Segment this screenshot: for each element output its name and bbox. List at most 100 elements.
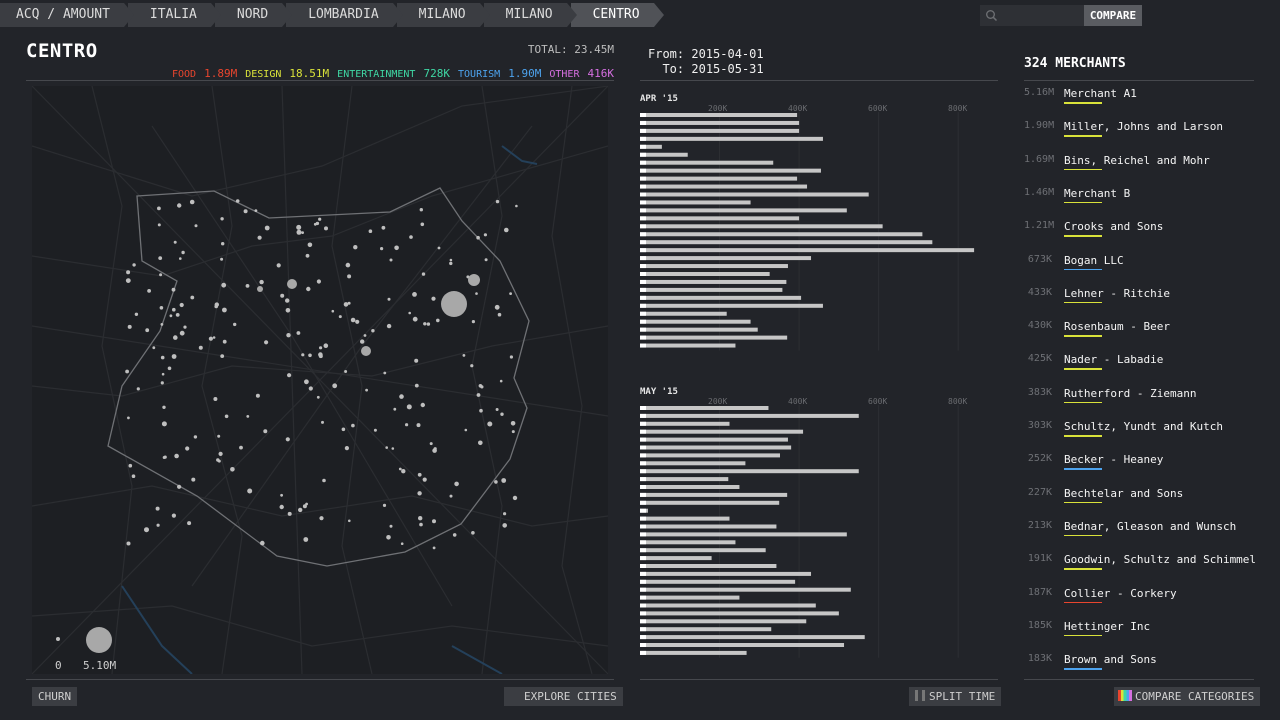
merchant-dot[interactable] [125, 369, 129, 374]
merchant-dot[interactable] [412, 316, 418, 322]
merchant-name[interactable]: Becker - Heaney [1064, 453, 1163, 466]
bar[interactable] [640, 224, 883, 229]
merchant-dot[interactable] [324, 226, 328, 231]
bar[interactable] [640, 208, 847, 213]
merchant-name[interactable]: Bogan LLC [1064, 254, 1124, 267]
merchant-dot[interactable] [510, 421, 516, 426]
merchant-dot[interactable] [515, 204, 518, 208]
merchant-dot[interactable] [230, 467, 235, 472]
merchant-dot[interactable] [263, 429, 268, 434]
merchant-dot[interactable] [494, 304, 500, 310]
merchant-dot[interactable] [347, 301, 351, 305]
merchant-dot[interactable] [331, 309, 335, 313]
merchant-dot[interactable] [471, 531, 475, 535]
bar[interactable] [640, 579, 796, 584]
churn-button[interactable]: CHURN [32, 687, 78, 706]
merchant-dot[interactable] [179, 257, 182, 260]
merchant-dot[interactable] [401, 469, 406, 474]
merchant-name[interactable]: Miller, Johns and Larson [1064, 120, 1223, 133]
merchant-row[interactable]: 183K Brown and Sons [1024, 653, 1264, 671]
merchant-dot[interactable] [347, 274, 352, 279]
bar[interactable] [640, 128, 800, 133]
merchant-dot[interactable] [471, 320, 475, 324]
merchant-dot[interactable] [127, 324, 132, 329]
merchant-dot[interactable] [414, 358, 419, 363]
merchant-dot[interactable] [179, 302, 184, 308]
merchant-dot[interactable] [355, 319, 360, 324]
merchant-dot[interactable] [385, 446, 389, 449]
bar[interactable] [640, 437, 788, 442]
merchant-dot[interactable] [286, 333, 291, 338]
breadcrumb-region[interactable]: LOMBARDIA [286, 3, 404, 27]
merchant-dot[interactable] [501, 478, 507, 483]
merchant-dot[interactable] [495, 199, 500, 204]
to-date[interactable]: 2015-05-31 [691, 62, 763, 76]
merchant-row[interactable]: 1.21M Crooks and Sons [1024, 220, 1264, 238]
merchant-dot[interactable] [214, 304, 218, 309]
merchant-name[interactable]: Goodwin, Schultz and Schimmel [1064, 553, 1256, 566]
bar[interactable] [640, 295, 802, 300]
merchant-name[interactable]: Schultz, Yundt and Kutch [1064, 420, 1223, 433]
bar[interactable] [640, 216, 800, 221]
bar[interactable] [640, 160, 774, 165]
merchant-dot[interactable] [322, 478, 326, 483]
merchant-dot[interactable] [391, 447, 395, 450]
merchant-dot[interactable] [171, 354, 177, 359]
merchant-dot[interactable] [412, 292, 417, 297]
bar[interactable] [640, 200, 751, 205]
bar[interactable] [640, 445, 792, 450]
merchant-dot[interactable] [161, 421, 167, 427]
merchant-dot[interactable] [222, 339, 227, 344]
merchant-dot[interactable] [127, 416, 130, 420]
merchant-dot[interactable] [419, 522, 423, 527]
merchant-dot[interactable] [417, 491, 422, 496]
merchant-dot[interactable] [158, 256, 163, 260]
breadcrumb-country[interactable]: ITALIA [127, 3, 221, 27]
merchant-dot[interactable] [400, 542, 404, 545]
merchant-dot[interactable] [160, 355, 165, 360]
merchant-dot[interactable] [483, 233, 487, 237]
merchant-dot[interactable] [452, 533, 457, 537]
merchant-dot[interactable] [383, 371, 387, 375]
merchant-dot[interactable] [406, 404, 412, 410]
merchant-dot[interactable] [174, 453, 179, 459]
merchant-dot[interactable] [475, 292, 478, 295]
merchant-dot[interactable] [454, 481, 459, 487]
merchant-dot[interactable] [198, 345, 203, 350]
breadcrumb-city[interactable]: MILANO [483, 3, 577, 27]
merchant-name[interactable]: Collier - Corkery [1064, 587, 1177, 600]
merchant-dot[interactable] [220, 257, 224, 261]
bar[interactable] [640, 413, 859, 418]
bar[interactable] [640, 477, 729, 482]
bar[interactable] [640, 571, 812, 576]
merchant-dot[interactable] [387, 297, 391, 301]
merchant-dot[interactable] [239, 445, 243, 450]
bar[interactable] [640, 272, 770, 276]
merchant-dot[interactable] [316, 279, 321, 284]
merchant-dot-large[interactable] [468, 274, 480, 286]
merchant-dot[interactable] [303, 537, 309, 542]
merchant-dot[interactable] [257, 235, 262, 240]
breadcrumb-zone[interactable]: CENTRO [570, 3, 664, 27]
merchant-dot[interactable] [449, 258, 453, 262]
merchant-dot[interactable] [373, 428, 377, 432]
merchant-dot[interactable] [341, 427, 346, 432]
merchant-dot[interactable] [499, 379, 503, 383]
bar[interactable] [640, 627, 772, 632]
merchant-dot[interactable] [504, 227, 509, 233]
merchant-name[interactable]: Merchant A1 [1064, 87, 1137, 100]
merchant-dot[interactable] [213, 397, 218, 401]
merchant-dot[interactable] [512, 495, 518, 501]
merchant-dot[interactable] [157, 223, 161, 227]
merchant-dot[interactable] [344, 446, 349, 451]
merchant-dot[interactable] [380, 247, 384, 251]
bar[interactable] [640, 461, 746, 466]
bar[interactable] [640, 548, 766, 553]
merchant-name[interactable]: Brown and Sons [1064, 653, 1157, 666]
merchant-dot[interactable] [216, 458, 220, 462]
merchant-dot[interactable] [313, 222, 317, 226]
merchant-dot[interactable] [159, 273, 163, 277]
merchant-dot[interactable] [128, 463, 133, 468]
merchant-dot[interactable] [419, 208, 423, 212]
merchant-dot[interactable] [432, 546, 436, 550]
